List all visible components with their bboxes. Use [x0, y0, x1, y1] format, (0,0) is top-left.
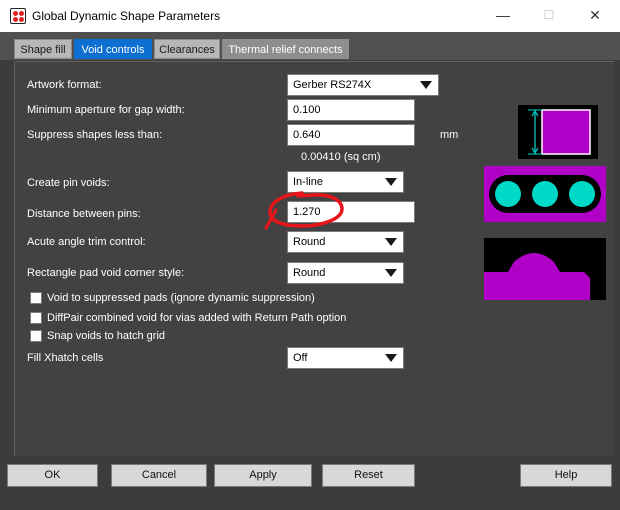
- rect-pad-void-corner-select[interactable]: Round: [287, 262, 404, 284]
- snap-voids-checkbox[interactable]: [30, 330, 42, 342]
- fill-xhatch-label: Fill Xhatch cells: [27, 352, 104, 364]
- ok-button[interactable]: OK: [7, 464, 98, 487]
- chevron-down-icon: [385, 269, 397, 277]
- distance-between-pins-label: Distance between pins:: [27, 208, 141, 220]
- close-button[interactable]: ✕: [572, 0, 618, 32]
- chevron-down-icon: [385, 238, 397, 246]
- suppress-shapes-unit: mm: [440, 129, 459, 141]
- minimize-button[interactable]: —: [480, 0, 526, 32]
- rect-pad-void-corner-value: Round: [293, 267, 326, 279]
- tab-clearances[interactable]: Clearances: [154, 39, 220, 59]
- maximize-button[interactable]: ☐: [526, 0, 572, 32]
- acute-angle-trim-select[interactable]: Round: [287, 231, 404, 253]
- suppress-shapes-label: Suppress shapes less than:: [27, 129, 163, 141]
- pin-pad-3: [569, 181, 595, 207]
- annotation-circle: [264, 191, 344, 230]
- apply-button[interactable]: Apply: [214, 464, 312, 487]
- diffpair-combined-void-label: DiffPair combined void for vias added wi…: [47, 312, 347, 324]
- fill-xhatch-select[interactable]: Off: [287, 347, 404, 369]
- title-bar: Global Dynamic Shape Parameters — ☐ ✕: [0, 0, 620, 32]
- pin-pad-1: [495, 181, 521, 207]
- chevron-down-icon: [385, 178, 397, 186]
- suppress-shapes-area-note: 0.00410 (sq cm): [301, 151, 381, 163]
- void-to-suppressed-pads-label: Void to suppressed pads (ignore dynamic …: [47, 292, 315, 304]
- suppress-shape-preview: [518, 105, 598, 159]
- tab-void-controls[interactable]: Void controls: [74, 39, 152, 59]
- diffpair-combined-void-checkbox[interactable]: [30, 312, 42, 324]
- artwork-format-label: Artwork format:: [27, 79, 102, 91]
- acute-angle-trim-label: Acute angle trim control:: [27, 236, 146, 248]
- artwork-format-select[interactable]: Gerber RS274X: [287, 74, 439, 96]
- void-to-suppressed-pads-checkbox[interactable]: [30, 292, 42, 304]
- window-title: Global Dynamic Shape Parameters: [32, 9, 221, 23]
- min-aperture-input[interactable]: 0.100: [287, 99, 415, 121]
- snap-voids-label: Snap voids to hatch grid: [47, 330, 166, 342]
- chevron-down-icon: [385, 354, 397, 362]
- annotation-stroke: [268, 191, 344, 228]
- artwork-format-value: Gerber RS274X: [293, 79, 372, 91]
- pin-pad-2: [532, 181, 558, 207]
- app-icon: [10, 8, 26, 24]
- fill-xhatch-value: Off: [293, 352, 308, 364]
- reset-button[interactable]: Reset: [322, 464, 415, 487]
- help-button[interactable]: Help: [520, 464, 612, 487]
- acute-angle-trim-preview: [484, 238, 606, 300]
- tab-thermal-relief-connects[interactable]: Thermal relief connects: [222, 39, 349, 59]
- rect-pad-void-corner-label: Rectangle pad void corner style:: [27, 267, 185, 279]
- shape-rect: [541, 109, 591, 155]
- min-aperture-label: Minimum aperture for gap width:: [27, 104, 185, 116]
- tab-shape-fill[interactable]: Shape fill: [14, 39, 72, 59]
- acute-angle-trim-value: Round: [293, 236, 326, 248]
- create-pin-voids-label: Create pin voids:: [27, 177, 110, 189]
- cancel-button[interactable]: Cancel: [111, 464, 207, 487]
- chevron-down-icon: [420, 81, 432, 89]
- pin-voids-preview: [484, 166, 606, 222]
- suppress-shapes-input[interactable]: 0.640: [287, 124, 415, 146]
